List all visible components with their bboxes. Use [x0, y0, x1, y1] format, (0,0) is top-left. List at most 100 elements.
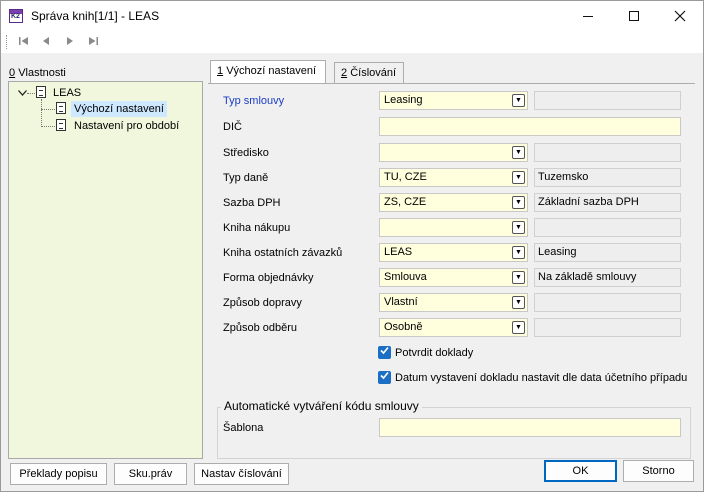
maximize-icon: [629, 11, 639, 21]
next-record-button[interactable]: [60, 34, 80, 50]
window-title: Správa knih[1/1] - LEAS: [31, 9, 160, 23]
tab-mnemonic: 2: [341, 67, 348, 79]
record-navigation-toolbar: [1, 31, 703, 53]
sazba-dph-select[interactable]: ZS, CZE ▼: [379, 193, 528, 212]
tree-connector: [27, 93, 35, 94]
zpusob-odberu-value: Osobně: [384, 321, 423, 333]
sku-prav-button[interactable]: Sku.práv: [114, 463, 187, 485]
properties-label-mnemonic: 0: [9, 67, 16, 79]
maximize-button[interactable]: [611, 1, 657, 31]
tab-label: Číslování: [350, 67, 397, 79]
previous-record-icon: [43, 37, 49, 45]
kniha-nakupu-info: [534, 218, 681, 237]
zpusob-dopravy-info: [534, 293, 681, 312]
tree-node-nastaveni-pro-obdobi[interactable]: Nastavení pro období: [74, 118, 179, 134]
tree-node-leas[interactable]: LEAS: [53, 85, 81, 101]
first-record-icon: [19, 37, 28, 45]
toolbar-grip[interactable]: [6, 35, 8, 49]
typ-dane-select[interactable]: TU, CZE ▼: [379, 168, 528, 187]
tree-connector: [41, 126, 55, 127]
chevron-down-icon[interactable]: ▼: [512, 146, 525, 159]
typ-dane-info: Tuzemsko: [534, 168, 681, 187]
chevron-down-icon[interactable]: ▼: [512, 296, 525, 309]
tab-vychozi-nastaveni[interactable]: 1 Výchozí nastavení: [210, 60, 326, 84]
tab-cislovani[interactable]: 2 Číslování: [334, 62, 404, 84]
close-icon: [674, 10, 686, 22]
chevron-down-icon[interactable]: ▼: [512, 271, 525, 284]
chevron-down-icon[interactable]: ▼: [512, 196, 525, 209]
properties-label: 0 Vlastnosti: [9, 67, 66, 79]
typ-smlouvy-label: Typ smlouvy: [223, 95, 285, 107]
kniha-zavazku-select[interactable]: LEAS ▼: [379, 243, 528, 262]
nastav-cislovani-button[interactable]: Nastav číslování: [194, 463, 289, 485]
document-icon: [56, 102, 66, 114]
chevron-down-icon[interactable]: ▼: [512, 321, 525, 334]
app-icon: K2: [9, 9, 23, 23]
zpusob-dopravy-value: Vlastní: [384, 296, 418, 308]
kniha-nakupu-label: Kniha nákupu: [223, 222, 291, 234]
next-record-icon: [67, 37, 73, 45]
typ-dane-value: TU, CZE: [384, 171, 427, 183]
document-icon: [36, 86, 46, 98]
last-record-icon: [89, 37, 98, 45]
forma-objednavky-label: Forma objednávky: [223, 272, 314, 284]
datum-vystaveni-label[interactable]: Datum vystavení dokladu nastavit dle dat…: [395, 371, 687, 385]
ok-button[interactable]: OK: [544, 460, 617, 482]
first-record-button[interactable]: [14, 34, 34, 50]
dic-input[interactable]: [379, 117, 681, 136]
app-icon-text: K2: [11, 13, 20, 20]
tree-connector: [41, 109, 55, 110]
properties-label-text: Vlastnosti: [18, 67, 66, 79]
chevron-down-icon[interactable]: ▼: [512, 94, 525, 107]
zpusob-odberu-label: Způsob odběru: [223, 322, 297, 334]
document-icon: [56, 119, 66, 131]
stredisko-select[interactable]: ▼: [379, 143, 528, 162]
tree-node-vychozi-nastaveni[interactable]: Výchozí nastavení: [71, 101, 167, 117]
minimize-icon: [583, 15, 593, 17]
sazba-dph-info: Základní sazba DPH: [534, 193, 681, 212]
kniha-zavazku-value: LEAS: [384, 246, 413, 258]
dialog-window: K2 Správa knih[1/1] - LEAS 0 Vlastnosti: [0, 0, 704, 492]
zpusob-odberu-info: [534, 318, 681, 337]
tab-label: Výchozí nastavení: [226, 65, 317, 77]
close-button[interactable]: [657, 1, 703, 31]
zpusob-dopravy-label: Způsob dopravy: [223, 297, 302, 309]
preklady-popisu-button[interactable]: Překlady popisu: [10, 463, 107, 485]
check-icon: [380, 346, 389, 355]
properties-tree: LEAS Výchozí nastavení Nastavení pro obd…: [8, 81, 203, 459]
sazba-dph-label: Sazba DPH: [223, 197, 281, 209]
minimize-button[interactable]: [565, 1, 611, 31]
kniha-zavazku-label: Kniha ostatních závazků: [223, 247, 343, 259]
typ-smlouvy-value: Leasing: [384, 94, 423, 106]
typ-smlouvy-info: [534, 91, 681, 110]
forma-objednavky-info: Na základě smlouvy: [534, 268, 681, 287]
check-icon: [380, 371, 389, 380]
stredisko-label: Středisko: [223, 147, 269, 159]
chevron-down-icon[interactable]: ▼: [512, 171, 525, 184]
kniha-nakupu-select[interactable]: ▼: [379, 218, 528, 237]
previous-record-button[interactable]: [36, 34, 56, 50]
chevron-down-icon: [18, 90, 27, 96]
kniha-zavazku-info: Leasing: [534, 243, 681, 262]
stredisko-info: [534, 143, 681, 162]
typ-smlouvy-select[interactable]: Leasing ▼: [379, 91, 528, 110]
chevron-down-icon[interactable]: ▼: [512, 221, 525, 234]
tab-divider: [208, 83, 695, 84]
tree-connector: [41, 99, 42, 127]
forma-objednavky-value: Smlouva: [384, 271, 427, 283]
dic-label: DIČ: [223, 121, 242, 133]
storno-button[interactable]: Storno: [623, 460, 694, 482]
zpusob-dopravy-select[interactable]: Vlastní ▼: [379, 293, 528, 312]
datum-vystaveni-checkbox[interactable]: [378, 371, 391, 384]
forma-objednavky-select[interactable]: Smlouva ▼: [379, 268, 528, 287]
sazba-dph-value: ZS, CZE: [384, 196, 427, 208]
sablona-input[interactable]: [379, 418, 681, 437]
chevron-down-icon[interactable]: ▼: [512, 246, 525, 259]
potvrdit-doklady-label[interactable]: Potvrdit doklady: [395, 346, 473, 360]
typ-dane-label: Typ daně: [223, 172, 269, 184]
zpusob-odberu-select[interactable]: Osobně ▼: [379, 318, 528, 337]
tab-mnemonic: 1: [217, 65, 224, 77]
potvrdit-doklady-checkbox[interactable]: [378, 346, 391, 359]
last-record-button[interactable]: [83, 34, 103, 50]
auto-code-group-title: Automatické vytváření kódu smlouvy: [221, 399, 422, 413]
